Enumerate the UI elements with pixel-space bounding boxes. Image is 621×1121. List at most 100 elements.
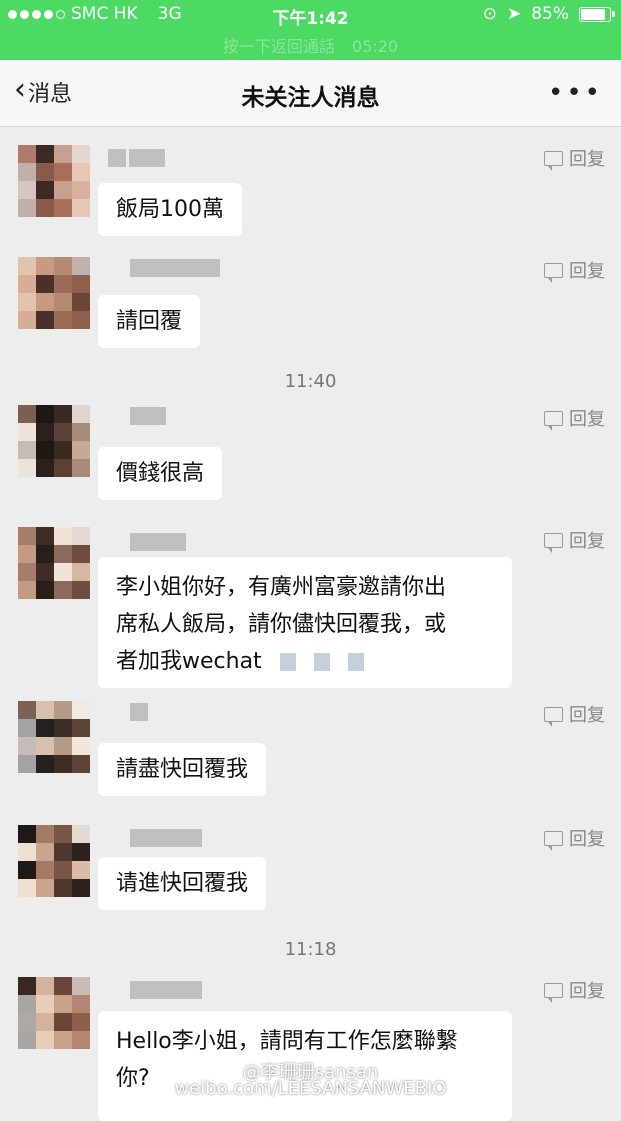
avatar-pixel <box>54 163 72 181</box>
avatar-pixel <box>18 459 36 477</box>
avatar-pixel <box>36 701 54 719</box>
avatar-pixel <box>54 293 72 311</box>
avatar-pixel <box>72 719 90 737</box>
avatar-pixel <box>36 879 54 897</box>
rotation-lock-icon: ⊙ <box>482 4 497 24</box>
avatar-pixel <box>54 843 72 861</box>
message-bubble[interactable]: 李小姐你好，有廣州富豪邀請你出 席私人飯局，請你儘快回覆我，或 者加我wecha… <box>98 557 512 688</box>
avatar-pixel <box>72 977 90 995</box>
comment-icon <box>544 982 563 1003</box>
avatar[interactable] <box>18 701 90 773</box>
reply-label: 回复 <box>569 261 605 282</box>
avatar-pixel <box>54 459 72 477</box>
reply-label: 回复 <box>569 829 605 850</box>
avatar-pixel <box>72 199 90 217</box>
more-dots-icon[interactable]: ••• <box>548 78 603 108</box>
reply-label: 回复 <box>569 981 605 1002</box>
avatar-pixel <box>36 145 54 163</box>
avatar[interactable] <box>18 405 90 477</box>
avatar-pixel <box>36 527 54 545</box>
avatar-pixel <box>72 459 90 477</box>
avatar-pixel <box>72 1013 90 1031</box>
avatar-pixel <box>54 545 72 563</box>
avatar-pixel <box>36 737 54 755</box>
avatar-pixel <box>54 581 72 599</box>
avatar-pixel <box>18 563 36 581</box>
avatar-pixel <box>18 527 36 545</box>
avatar-pixel <box>18 293 36 311</box>
return-to-call-banner[interactable]: 按一下返回通話 05:20 <box>0 33 621 57</box>
comment-icon <box>544 262 563 283</box>
timestamp: 11:18 <box>284 939 337 960</box>
comment-icon <box>544 150 563 171</box>
avatar-pixel <box>54 441 72 459</box>
reply-button[interactable]: 回复 <box>544 825 605 851</box>
message-bubble[interactable]: 請盡快回覆我 <box>98 743 267 796</box>
avatar-pixel <box>18 145 36 163</box>
avatar-pixel <box>36 181 54 199</box>
avatar-pixel <box>18 843 36 861</box>
avatar-pixel <box>72 181 90 199</box>
message-line-text: 者加我wechat <box>116 649 262 674</box>
avatar-pixel <box>18 861 36 879</box>
sender-name-blurred <box>108 977 202 999</box>
avatar-pixel <box>54 145 72 163</box>
message-bubble[interactable]: 请進快回覆我 <box>98 857 267 910</box>
message-line: 席私人飯局，請你儘快回覆我，或 <box>116 612 447 637</box>
avatar-pixel <box>36 995 54 1013</box>
avatar-pixel <box>54 861 72 879</box>
reply-button[interactable]: 回复 <box>544 701 605 727</box>
avatar[interactable] <box>18 825 90 897</box>
avatar[interactable] <box>18 257 90 329</box>
message-bubble[interactable]: 價錢很高 <box>98 447 223 500</box>
sender-name-blurred <box>108 825 202 847</box>
avatar-pixel <box>36 311 54 329</box>
avatar-pixel <box>72 825 90 843</box>
reply-button[interactable]: 回复 <box>544 257 605 283</box>
reply-button[interactable]: 回复 <box>544 977 605 1003</box>
comment-icon <box>544 706 563 727</box>
avatar-pixel <box>36 861 54 879</box>
avatar-pixel <box>54 1031 72 1049</box>
avatar-pixel <box>18 163 36 181</box>
avatar-pixel <box>54 405 72 423</box>
avatar-pixel <box>36 1031 54 1049</box>
avatar-pixel <box>36 441 54 459</box>
avatar[interactable] <box>18 977 90 1049</box>
avatar-pixel <box>36 199 54 217</box>
reply-label: 回复 <box>569 149 605 170</box>
avatar-pixel <box>54 977 72 995</box>
avatar[interactable] <box>18 145 90 217</box>
reply-label: 回复 <box>569 531 605 552</box>
avatar-pixel <box>18 1031 36 1049</box>
reply-button[interactable]: 回复 <box>544 405 605 431</box>
avatar-pixel <box>72 145 90 163</box>
avatar-pixel <box>72 527 90 545</box>
avatar-pixel <box>72 755 90 773</box>
reply-button[interactable]: 回复 <box>544 145 605 171</box>
avatar-pixel <box>18 879 36 897</box>
battery-percent: 85% <box>531 4 569 24</box>
message-bubble[interactable]: 請回覆 <box>98 295 201 348</box>
avatar-pixel <box>72 1031 90 1049</box>
avatar-pixel <box>54 995 72 1013</box>
avatar-pixel <box>18 199 36 217</box>
avatar-pixel <box>72 545 90 563</box>
avatar-pixel <box>72 405 90 423</box>
avatar-pixel <box>36 293 54 311</box>
call-banner-text: 按一下返回通話 <box>222 37 335 56</box>
avatar-pixel <box>72 311 90 329</box>
avatar-pixel <box>72 995 90 1013</box>
avatar-pixel <box>54 719 72 737</box>
avatar[interactable] <box>18 527 90 599</box>
message-bubble[interactable]: 飯局100萬 <box>98 183 242 236</box>
avatar-pixel <box>72 861 90 879</box>
reply-button[interactable]: 回复 <box>544 527 605 553</box>
avatar-pixel <box>54 423 72 441</box>
avatar-pixel <box>36 257 54 275</box>
avatar-pixel <box>36 719 54 737</box>
avatar-pixel <box>54 199 72 217</box>
reply-label: 回复 <box>569 705 605 726</box>
avatar-pixel <box>36 825 54 843</box>
avatar-pixel <box>18 275 36 293</box>
